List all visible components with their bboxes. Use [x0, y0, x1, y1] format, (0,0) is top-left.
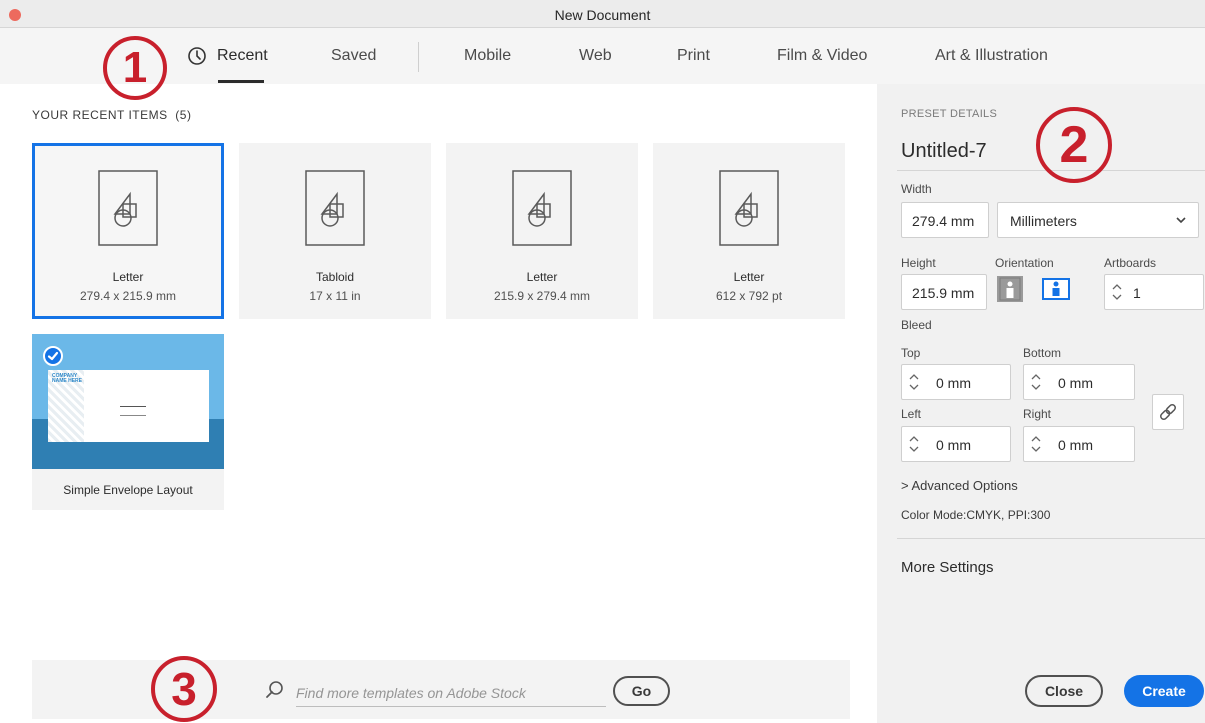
tab-recent[interactable]: Recent — [217, 47, 268, 65]
landscape-orientation-icon[interactable] — [1042, 276, 1070, 302]
advanced-options-toggle[interactable]: > Advanced Options — [901, 478, 1018, 493]
units-dropdown[interactable]: Millimeters — [997, 202, 1199, 238]
template-name: Simple Envelope Layout — [63, 483, 193, 497]
tab-film-video[interactable]: Film & Video — [777, 47, 867, 65]
tab-divider — [418, 42, 419, 72]
recent-item-size: 17 x 11 in — [309, 289, 361, 303]
recent-item-card[interactable]: Tabloid 17 x 11 in — [239, 143, 431, 319]
tab-web[interactable]: Web — [579, 47, 612, 65]
recent-items-heading: YOUR RECENT ITEMS (5) — [32, 108, 192, 122]
close-button[interactable]: Close — [1025, 675, 1103, 707]
color-mode-summary: Color Mode:CMYK, PPI:300 — [901, 508, 1051, 522]
chevron-right-icon: > — [901, 478, 909, 493]
stepper-icon[interactable] — [908, 370, 920, 394]
document-icon — [719, 170, 779, 246]
tab-mobile[interactable]: Mobile — [464, 47, 511, 65]
document-icon — [98, 170, 158, 246]
tab-saved[interactable]: Saved — [331, 47, 376, 65]
stepper-icon[interactable] — [1030, 432, 1042, 456]
bleed-left-label: Left — [901, 407, 922, 421]
recent-item-name: Letter — [112, 270, 144, 284]
callout-3: 3 — [151, 656, 217, 722]
portrait-orientation-icon[interactable] — [997, 276, 1023, 302]
envelope-company-text: COMPANY NAME HERE — [52, 373, 83, 384]
divider — [897, 538, 1205, 539]
recent-item-size: 612 x 792 pt — [715, 289, 783, 303]
tab-art-illustration[interactable]: Art & Illustration — [935, 47, 1048, 65]
recent-item-name: Letter — [733, 270, 765, 284]
stepper-icon[interactable] — [1111, 280, 1123, 304]
recent-item-card[interactable]: Letter 279.4 x 215.9 mm — [32, 143, 224, 319]
width-label: Width — [901, 182, 932, 196]
recent-item-size: 215.9 x 279.4 mm — [493, 289, 591, 303]
go-button[interactable]: Go — [613, 676, 670, 706]
callout-2: 2 — [1036, 107, 1112, 183]
callout-1: 1 — [103, 36, 167, 100]
stock-search-input[interactable] — [296, 679, 606, 707]
active-tab-indicator — [218, 80, 264, 83]
link-icon — [1160, 404, 1176, 420]
width-field[interactable]: 279.4 mm — [901, 202, 989, 238]
preset-details-panel: PRESET DETAILS Untitled-7 Width 279.4 mm… — [877, 84, 1205, 723]
bleed-right-field[interactable]: 0 mm — [1023, 426, 1135, 462]
bleed-right-label: Right — [1023, 407, 1052, 421]
stepper-icon[interactable] — [1030, 370, 1042, 394]
recent-item-card[interactable]: Letter 612 x 792 pt — [653, 143, 845, 319]
bleed-left-field[interactable]: 0 mm — [901, 426, 1011, 462]
bleed-label: Bleed — [901, 318, 932, 332]
orientation-label: Orientation — [995, 256, 1054, 270]
template-card-envelope[interactable]: COMPANY NAME HERE Simple Envelope Layout — [32, 334, 224, 510]
recent-item-name: Tabloid — [315, 270, 355, 284]
artboards-field[interactable]: 1 — [1104, 274, 1204, 310]
checkmark-icon — [43, 346, 63, 366]
recent-item-size: 279.4 x 215.9 mm — [79, 289, 177, 303]
chevron-down-icon — [1176, 217, 1186, 224]
create-button[interactable]: Create — [1124, 675, 1204, 707]
document-name[interactable]: Untitled-7 — [901, 140, 987, 163]
preset-details-heading: PRESET DETAILS — [901, 108, 998, 120]
bleed-top-field[interactable]: 0 mm — [901, 364, 1011, 400]
preset-category-tabs: Recent Saved Mobile Web Print Film & Vid… — [0, 28, 1205, 84]
recent-items-count: (5) — [175, 108, 192, 122]
recent-item-card[interactable]: Letter 215.9 x 279.4 mm — [446, 143, 638, 319]
artboards-label: Artboards — [1104, 256, 1157, 270]
new-document-dialog: New Document Recent Saved Mobile Web Pri… — [0, 0, 1205, 723]
link-bleed-button[interactable] — [1152, 394, 1184, 430]
height-field[interactable]: 215.9 mm — [901, 274, 987, 310]
title-bar: New Document — [0, 0, 1205, 28]
document-icon — [512, 170, 572, 246]
search-icon — [266, 681, 283, 698]
recent-item-name: Letter — [526, 270, 558, 284]
bleed-top-label: Top — [901, 346, 921, 360]
bleed-bottom-field[interactable]: 0 mm — [1023, 364, 1135, 400]
clock-icon — [188, 47, 206, 65]
height-label: Height — [901, 256, 936, 270]
document-icon — [305, 170, 365, 246]
window-title: New Document — [554, 7, 651, 23]
bleed-bottom-label: Bottom — [1023, 346, 1062, 360]
tab-print[interactable]: Print — [677, 47, 710, 65]
envelope-address — [120, 406, 146, 416]
more-settings-link[interactable]: More Settings — [901, 559, 994, 576]
stepper-icon[interactable] — [908, 432, 920, 456]
